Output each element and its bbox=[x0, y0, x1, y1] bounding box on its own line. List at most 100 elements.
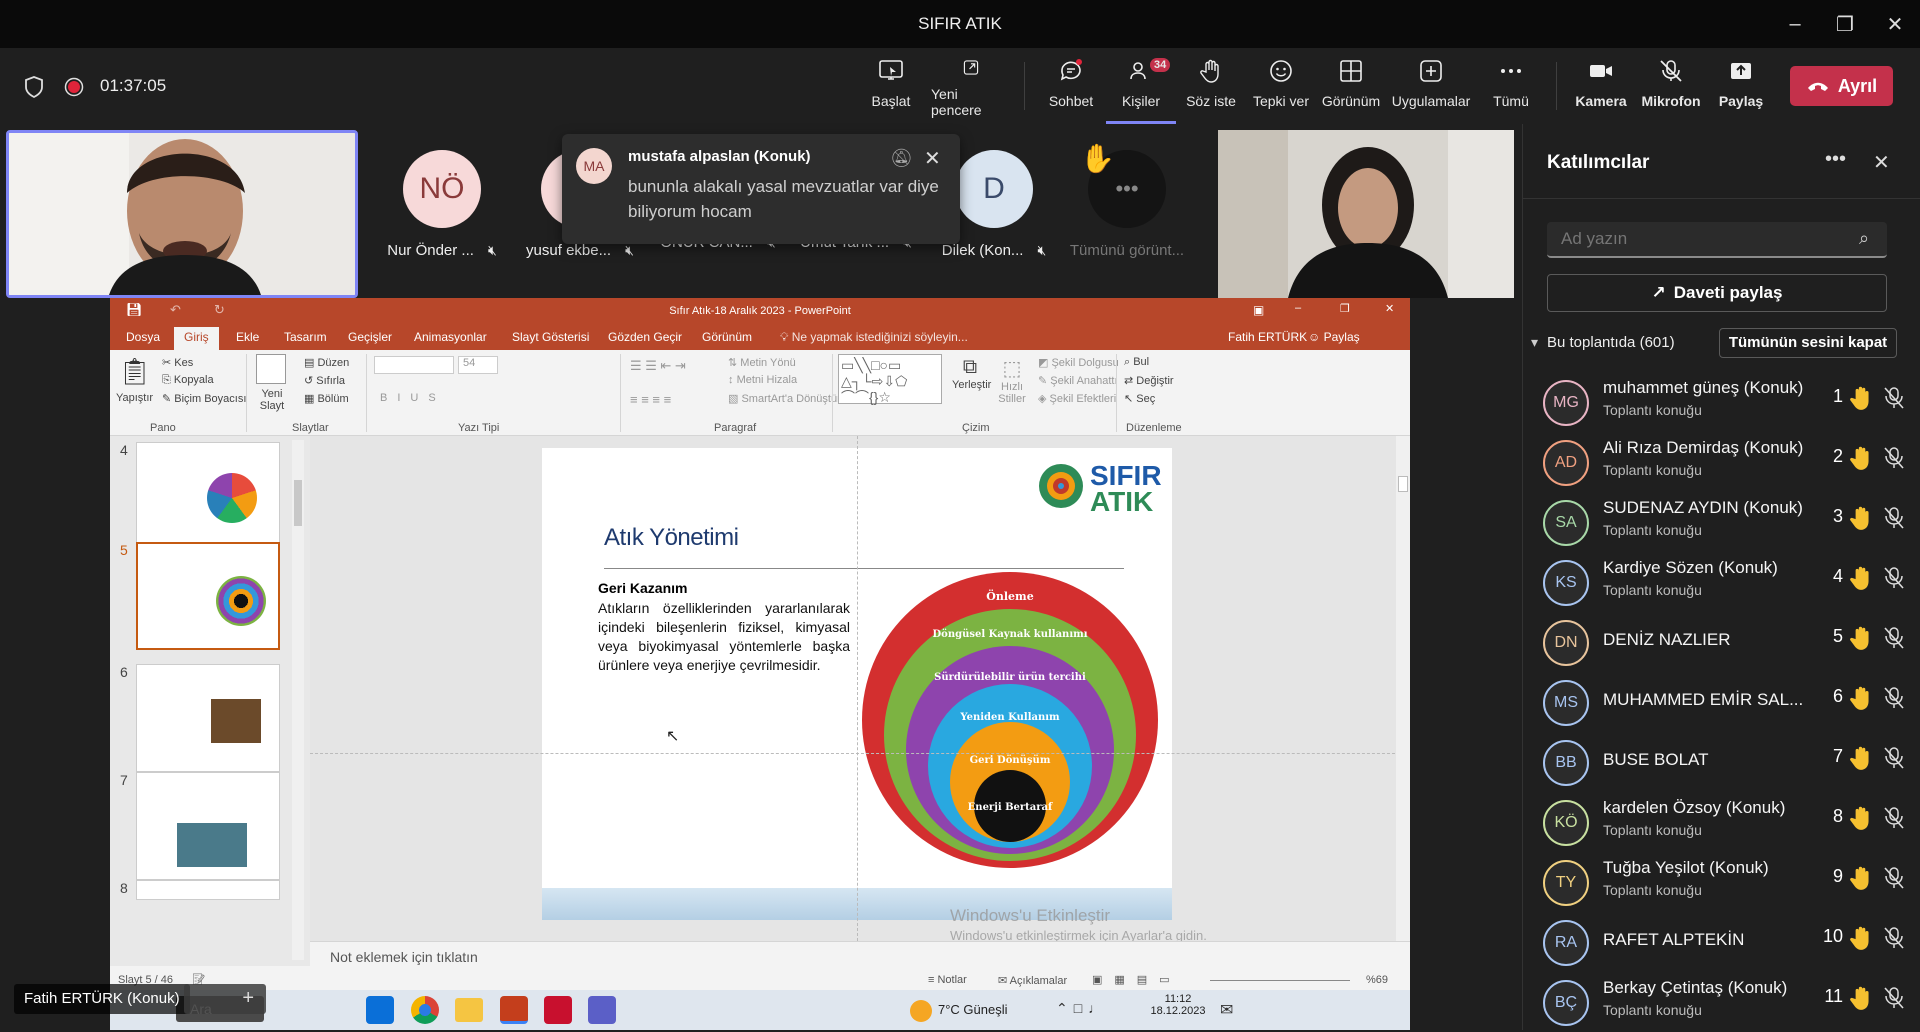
cut-button[interactable]: ✂ Kes bbox=[162, 356, 193, 369]
presenter-video[interactable] bbox=[6, 130, 358, 298]
participant-row[interactable]: KS Kardiye Sözen (Konuk) Toplantı konuğu 4 bbox=[1543, 552, 1905, 612]
mic-off-icon[interactable] bbox=[1883, 686, 1905, 710]
replace-button[interactable]: ⇄ Değiştir bbox=[1124, 374, 1174, 387]
reset-button[interactable]: ↺ Sıfırla bbox=[304, 374, 345, 387]
mic-off-icon[interactable] bbox=[1883, 926, 1905, 950]
participant-row[interactable]: MS MUHAMMED EMİR SAL... 6 bbox=[1543, 672, 1905, 732]
slide-thumbnail[interactable] bbox=[136, 772, 280, 880]
layout-button[interactable]: ▤ Düzen bbox=[304, 356, 349, 369]
raise-hand-button[interactable]: Söz iste bbox=[1176, 58, 1246, 118]
slide-scrollbar[interactable] bbox=[1396, 436, 1410, 941]
tell-me-box[interactable]: 💡︎ Ne yapmak istediğinizi söyleyin... bbox=[778, 324, 970, 350]
copy-button[interactable]: ⎘ Kopyala bbox=[162, 374, 214, 387]
edge-app-icon[interactable] bbox=[366, 996, 394, 1024]
shape-outline-button[interactable]: ✎ Şekil Anahattı bbox=[1038, 374, 1118, 387]
mic-off-icon[interactable] bbox=[1883, 566, 1905, 590]
zoom-level[interactable]: %69 bbox=[1366, 974, 1388, 986]
mic-off-icon[interactable] bbox=[1883, 626, 1905, 650]
chat-notification[interactable]: MA mustafa alpaslan (Konuk) bununla alak… bbox=[562, 134, 960, 244]
mic-off-icon[interactable] bbox=[1883, 746, 1905, 770]
mic-off-icon[interactable] bbox=[1883, 506, 1905, 530]
participant-search-input[interactable] bbox=[1547, 222, 1887, 258]
restore-icon[interactable]: ❐ bbox=[1825, 8, 1865, 40]
slide-thumbnail[interactable] bbox=[136, 442, 280, 550]
tab-view[interactable]: Görünüm bbox=[700, 324, 754, 350]
close-icon[interactable]: ✕ bbox=[1385, 302, 1394, 315]
restore-icon[interactable]: ❐ bbox=[1340, 302, 1350, 315]
shape-fill-button[interactable]: ◩ Şekil Dolgusu bbox=[1038, 356, 1119, 369]
mic-off-icon[interactable] bbox=[1883, 806, 1905, 830]
tab-transitions[interactable]: Geçişler bbox=[346, 324, 394, 350]
participant-row[interactable]: DN DENİZ NAZLIER 5 bbox=[1543, 612, 1905, 672]
shapes-gallery[interactable]: ▭╲╲□○▭ △┐└⇨⇩⬠ ⌒⌒{}☆ bbox=[838, 354, 942, 405]
share-button[interactable]: Paylaş bbox=[1706, 58, 1776, 118]
thumbnail-scrollbar[interactable] bbox=[292, 440, 304, 960]
quick-styles-button[interactable]: ⬚ Hızlı Stiller bbox=[994, 356, 1030, 405]
text-direction-button[interactable]: ⇅ Metin Yönü bbox=[728, 356, 796, 369]
participant-video[interactable] bbox=[1218, 130, 1514, 298]
clock[interactable]: 11:12 18.12.2023 bbox=[1148, 993, 1208, 1017]
ribbon-display-icon[interactable]: ▣ bbox=[1253, 303, 1264, 317]
participant-row[interactable]: TY Tuğba Yeşilot (Konuk) Toplantı konuğu 9 bbox=[1543, 852, 1905, 912]
tab-insert[interactable]: Ekle bbox=[234, 324, 261, 350]
weather-text[interactable]: 7°C Güneşli bbox=[938, 1002, 1008, 1017]
close-icon[interactable]: ✕ bbox=[924, 146, 941, 171]
start-button[interactable]: Başlat bbox=[856, 58, 926, 118]
participant-row[interactable]: BB BUSE BOLAT 7 bbox=[1543, 732, 1905, 792]
tray-icons[interactable]: ⌃□♩ bbox=[1056, 1000, 1108, 1017]
minimize-icon[interactable]: – bbox=[1295, 302, 1301, 314]
participant-row[interactable]: RA RAFET ALPTEKİN 10 bbox=[1543, 912, 1905, 972]
apps-button[interactable]: Uygulamalar bbox=[1386, 58, 1476, 118]
share-invite-button[interactable]: ↗ Daveti paylaş bbox=[1547, 274, 1887, 312]
format-painter-button[interactable]: ✎ Biçim Boyacısı bbox=[162, 392, 246, 405]
slide-thumbnail[interactable] bbox=[136, 664, 280, 772]
new-slide-button[interactable]: Yeni Slayt bbox=[250, 388, 294, 412]
notes-pane[interactable]: Not eklemek için tıklatın bbox=[310, 941, 1410, 971]
arrange-button[interactable]: ⧉ Yerleştir bbox=[952, 356, 991, 391]
tab-animations[interactable]: Animasyonlar bbox=[412, 324, 489, 350]
mute-all-button[interactable]: Tümünün sesini kapat bbox=[1719, 328, 1897, 358]
mic-off-icon[interactable] bbox=[1883, 866, 1905, 890]
file-explorer-icon[interactable] bbox=[455, 998, 483, 1022]
slide-thumbnail[interactable] bbox=[136, 880, 280, 900]
find-button[interactable]: ⌕ Bul bbox=[1124, 356, 1149, 369]
new-slide-icon[interactable] bbox=[256, 354, 286, 384]
people-button[interactable]: 34 Kişiler bbox=[1106, 58, 1176, 124]
list-buttons[interactable]: ☰ ☰ ⇤ ⇥ bbox=[630, 358, 686, 374]
tab-home[interactable]: Giriş bbox=[174, 327, 219, 350]
participant-tile[interactable]: NÖ Nur Önder ... 🔇︎ bbox=[377, 150, 507, 259]
paste-button[interactable]: Yapıştır bbox=[116, 392, 153, 404]
zoom-slider[interactable] bbox=[1210, 980, 1350, 981]
font-format-buttons[interactable]: BIUS bbox=[380, 392, 446, 404]
participant-row[interactable]: BÇ Berkay Çetintaş (Konuk) Toplantı konuğu… bbox=[1543, 972, 1905, 1032]
section-button[interactable]: ▦ Bölüm bbox=[304, 392, 349, 405]
participant-row[interactable]: AD Ali Rıza Demirdaş (Konuk) Toplantı konu… bbox=[1543, 432, 1905, 492]
view-buttons[interactable]: ▣▦▤▭ bbox=[1092, 973, 1182, 986]
mic-off-icon[interactable] bbox=[1883, 446, 1905, 470]
chrome-app-icon[interactable] bbox=[411, 996, 439, 1024]
font-size-field[interactable]: 54 bbox=[458, 356, 498, 374]
mic-off-icon[interactable] bbox=[1883, 986, 1905, 1010]
participant-row[interactable]: KÖ kardelen Özsoy (Konuk) Toplantı konuğu 8 bbox=[1543, 792, 1905, 852]
close-panel-icon[interactable]: ✕ bbox=[1873, 150, 1890, 175]
shape-effects-button[interactable]: ◈ Şekil Efektleri bbox=[1038, 392, 1116, 405]
participant-row[interactable]: MG muhammet güneş (Konuk) Toplantı konuğu 1 bbox=[1543, 372, 1904, 432]
slide-thumbnail-selected[interactable] bbox=[136, 542, 280, 650]
acrobat-app-icon[interactable] bbox=[544, 996, 572, 1024]
align-text-button[interactable]: ↕ Metni Hizala bbox=[728, 374, 797, 386]
leave-button[interactable]: Ayrıl bbox=[1790, 66, 1893, 106]
mute-notification-icon[interactable]: 🔕︎ bbox=[890, 148, 913, 169]
font-family-field[interactable] bbox=[374, 356, 454, 374]
camera-button[interactable]: Kamera bbox=[1566, 58, 1636, 118]
align-buttons[interactable]: ≡ ≡ ≡ ≡ bbox=[630, 392, 671, 407]
smartart-button[interactable]: ▧ SmartArt'a Dönüştür bbox=[728, 392, 841, 405]
react-button[interactable]: Tepki ver bbox=[1246, 58, 1316, 118]
tab-slideshow[interactable]: Slayt Gösterisi bbox=[510, 324, 591, 350]
close-window-icon[interactable]: ✕ bbox=[1875, 8, 1915, 40]
tab-design[interactable]: Tasarım bbox=[282, 324, 329, 350]
chat-button[interactable]: Sohbet bbox=[1036, 58, 1106, 118]
powerpoint-app-icon[interactable] bbox=[500, 996, 528, 1024]
more-button[interactable]: Tümü bbox=[1476, 58, 1546, 118]
section-header[interactable]: Bu toplantıda (601) bbox=[1547, 334, 1675, 351]
chevron-down-icon[interactable]: ▾ bbox=[1531, 334, 1538, 351]
